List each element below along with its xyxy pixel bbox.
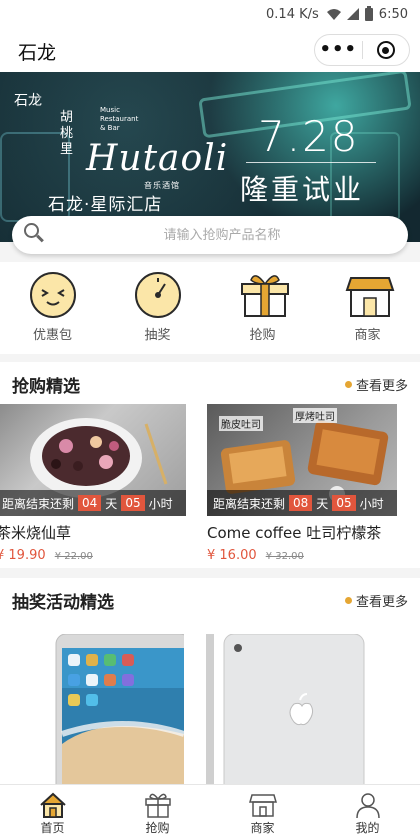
user-icon xyxy=(354,791,382,819)
tab-home[interactable]: 首页 xyxy=(0,785,105,840)
product-prices: ¥ 19.90 ¥ 22.00 xyxy=(0,544,93,563)
status-bar: 0.14 K/s 6:50 xyxy=(0,0,420,28)
category-row: 优惠包 抽奖 抢购 商家 xyxy=(0,262,420,354)
target-icon xyxy=(376,41,395,59)
banner-headline: 隆重试业 xyxy=(240,173,365,206)
search-icon xyxy=(24,223,44,243)
search-input[interactable] xyxy=(52,216,392,254)
tab-label: 首页 xyxy=(40,821,65,835)
dot-icon xyxy=(344,380,352,388)
product-name: Come coffee 吐司柠檬茶 xyxy=(207,524,382,542)
flash-sale-section: 抢购精选 查看更多 距离结束还剩 04 天 05 小时 茶米烧仙草 ¥ 19.9… xyxy=(0,362,420,568)
logo-vertical-text: 胡桃里 xyxy=(60,110,74,157)
product-original-price: ¥ 22.00 xyxy=(54,551,93,562)
category-label: 抽奖 xyxy=(144,328,171,343)
tab-label: 抢购 xyxy=(145,821,170,835)
category-label: 优惠包 xyxy=(32,328,72,343)
more-menu-button[interactable]: ••• xyxy=(315,36,362,64)
tab-profile[interactable]: 我的 xyxy=(315,785,420,840)
page-title: 石龙 xyxy=(18,42,57,64)
tab-label: 我的 xyxy=(355,821,380,835)
product-original-price: ¥ 32.00 xyxy=(265,551,304,562)
banner-store-name: 石龙·星际汇店 xyxy=(48,195,163,215)
bottom-tab-bar: 首页 抢购 商家 我的 xyxy=(0,784,420,840)
gift-box-icon xyxy=(240,272,289,318)
countdown-days: 08 xyxy=(289,495,313,511)
banner-city: 石龙 xyxy=(14,93,42,109)
product-name: 茶米烧仙草 xyxy=(0,524,72,542)
countdown-days: 04 xyxy=(78,495,102,511)
clock: 6:50 xyxy=(378,6,408,22)
search-bar[interactable] xyxy=(12,216,408,254)
tab-label: 商家 xyxy=(250,821,275,835)
category-lottery[interactable]: 抽奖 xyxy=(105,262,210,354)
section-title: 抢购精选 xyxy=(12,376,80,397)
countdown-hours: 05 xyxy=(121,495,145,511)
home-icon xyxy=(39,791,67,819)
section-header: 抽奖活动精选 查看更多 xyxy=(0,578,420,622)
category-merchant[interactable]: 商家 xyxy=(315,262,420,354)
coupon-face-icon xyxy=(30,272,76,318)
network-speed: 0.14 K/s xyxy=(266,6,319,22)
photo-caption-2: 厚烤吐司 xyxy=(293,408,337,423)
close-mini-program-button[interactable] xyxy=(363,41,410,59)
tab-merchant[interactable]: 商家 xyxy=(210,785,315,840)
shop-icon xyxy=(345,272,395,318)
product-price: ¥ 19.90 xyxy=(0,548,46,563)
view-more-link[interactable]: 查看更多 xyxy=(344,591,408,610)
lottery-section: 抽奖活动精选 查看更多 xyxy=(0,578,420,784)
nav-bar: 石龙 ••• xyxy=(0,28,420,72)
wifi-icon xyxy=(326,8,341,20)
section-title: 抽奖活动精选 xyxy=(12,592,114,613)
lottery-item-card[interactable] xyxy=(202,634,372,784)
lottery-item-card[interactable] xyxy=(24,634,184,784)
countdown-hours: 05 xyxy=(332,495,356,511)
tab-flash-sale[interactable]: 抢购 xyxy=(105,785,210,840)
dot-icon xyxy=(344,596,352,604)
product-prices: ¥ 16.00 ¥ 32.00 xyxy=(207,544,304,563)
tablet-front-image xyxy=(55,634,184,784)
gift-box-icon xyxy=(144,791,172,819)
clock-dial-icon xyxy=(135,272,181,318)
mini-program-capsule: ••• xyxy=(314,34,410,66)
view-more-link[interactable]: 查看更多 xyxy=(344,375,408,394)
logo-brand-text: Hutaoli xyxy=(86,138,229,179)
battery-icon xyxy=(364,5,373,21)
category-label: 商家 xyxy=(354,328,381,343)
category-coupon[interactable]: 优惠包 xyxy=(0,262,105,354)
logo-tiny-text: Music Restaurant & Bar xyxy=(100,106,139,132)
countdown-bar: 距离结束还剩 04 天 05 小时 xyxy=(0,490,186,516)
section-header: 抢购精选 查看更多 xyxy=(0,362,420,406)
category-label: 抢购 xyxy=(249,328,276,343)
product-price: ¥ 16.00 xyxy=(207,548,257,563)
photo-caption-1: 脆皮吐司 xyxy=(219,416,263,431)
category-flash-sale[interactable]: 抢购 xyxy=(210,262,315,354)
shop-icon xyxy=(249,791,277,819)
banner-date: 7.28 xyxy=(258,112,360,161)
countdown-bar: 距离结束还剩 08 天 05 小时 xyxy=(207,490,397,516)
tablet-back-image xyxy=(206,634,365,784)
signal-icon xyxy=(346,8,359,20)
